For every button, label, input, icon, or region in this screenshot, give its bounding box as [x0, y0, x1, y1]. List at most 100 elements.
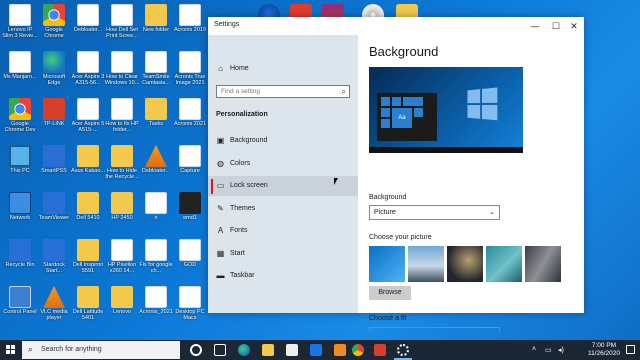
desktop-icon[interactable]: How Dell Set Print Scree...: [104, 2, 140, 54]
chrome-icon[interactable]: [352, 344, 364, 356]
minimize-button[interactable]: —: [528, 19, 542, 33]
desktop-icon[interactable]: How to Hide the Recycle...: [104, 143, 140, 195]
start-icon: ▦: [216, 248, 225, 258]
doc-icon: [111, 4, 133, 26]
desktop-icon[interactable]: ri: [138, 190, 174, 242]
doc-icon: [111, 51, 133, 73]
desktop-icon[interactable]: TeamViewer: [36, 190, 72, 242]
desktop-icon-label: TeamSmile Camtasia...: [142, 74, 170, 86]
browse-button[interactable]: Browse: [369, 286, 411, 300]
desktop-icon[interactable]: Stardock Start...: [36, 237, 72, 289]
picture-thumbnail[interactable]: [408, 246, 444, 282]
nav-item-background[interactable]: ▣ Background: [208, 131, 358, 151]
desktop-icon[interactable]: Acronis 2019: [172, 2, 208, 54]
volume-icon[interactable]: ◂): [558, 346, 564, 354]
cortana-icon[interactable]: [190, 344, 202, 356]
picture-thumbnail[interactable]: [447, 246, 483, 282]
desktop-icon[interactable]: Network: [2, 190, 38, 242]
desktop-icon[interactable]: How to fix HP folder...: [104, 96, 140, 148]
doc-icon: [77, 51, 99, 73]
desktop-icon[interactable]: TeamSmile Camtasia...: [138, 49, 174, 101]
start-button[interactable]: [6, 345, 16, 355]
desktop-icon[interactable]: This PC: [2, 143, 38, 195]
desktop-icon[interactable]: Desktop PC Macs: [172, 284, 208, 336]
edge-icon[interactable]: [238, 344, 250, 356]
nav-item-fonts[interactable]: A Fonts: [208, 221, 358, 241]
desktop-icon[interactable]: New folder: [138, 2, 174, 54]
desktop-icon[interactable]: HP 2450: [104, 190, 140, 242]
desktop-icon[interactable]: emd1: [172, 190, 208, 242]
nav-item-start[interactable]: ▦ Start: [208, 244, 358, 264]
app-icon[interactable]: [334, 344, 346, 356]
network-icon[interactable]: ▭: [545, 346, 552, 354]
desktop-icon[interactable]: Acer Aspire 3 A315-56...: [70, 49, 106, 101]
brush-icon: ✎: [217, 203, 224, 213]
picture-thumbnail[interactable]: [525, 246, 561, 282]
desktop-icon[interactable]: Tasks: [138, 96, 174, 148]
desktop-icon[interactable]: Debloater...: [70, 2, 106, 54]
desktop-icon[interactable]: VLC media player: [36, 284, 72, 336]
desktop-icon[interactable]: Acronis_2021: [138, 284, 174, 336]
clock[interactable]: 7:00 PM 11/26/2020: [588, 342, 620, 358]
chrome-icon: [43, 4, 65, 26]
store-icon[interactable]: [286, 344, 298, 356]
task-view-icon[interactable]: [214, 344, 226, 356]
desktop-icon[interactable]: Acronis 2021: [172, 96, 208, 148]
desktop-icon[interactable]: SmartPSS: [36, 143, 72, 195]
desktop-icon[interactable]: Debloater...: [138, 143, 174, 195]
nav-item-label: Themes: [230, 204, 256, 212]
preview-start-menu: Aa: [377, 93, 437, 141]
app-icon[interactable]: [374, 344, 386, 356]
desktop-icon[interactable]: Dell Latitude 5401: [70, 284, 106, 336]
nav-item-taskbar[interactable]: ▬ Taskbar: [208, 266, 358, 286]
desktop-icon[interactable]: Acronis True Image 2021: [172, 49, 208, 101]
chevron-up-icon[interactable]: ˄: [532, 346, 536, 353]
desktop-icon[interactable]: Control Panel: [2, 284, 38, 336]
desktop-icon[interactable]: Asus Kakao...: [70, 143, 106, 195]
nav-item-colors[interactable]: ◍ Colors: [208, 154, 358, 174]
background-dropdown[interactable]: Picture ⌄: [369, 205, 500, 220]
desktop-icon[interactable]: Microsoft Edge: [36, 49, 72, 101]
desktop-icon[interactable]: Lenovo IP Slim 3 Revie...: [2, 2, 38, 54]
desktop-icon[interactable]: Ms Manjaro...: [2, 49, 38, 101]
taskbar-search[interactable]: ⌕ Search for anything: [22, 341, 180, 359]
picture-thumbnail[interactable]: [369, 246, 405, 282]
doc-icon: [145, 51, 167, 73]
desktop-icon[interactable]: Acer Aspire 5 A515-...: [70, 96, 106, 148]
desktop-icon[interactable]: Dell 5410: [70, 190, 106, 242]
section-heading: Personalization: [216, 111, 268, 118]
nav-home[interactable]: ⌂ Home: [208, 59, 358, 79]
desktop-icon[interactable]: Lenovo: [104, 284, 140, 336]
nav-item-label: Start: [230, 249, 245, 257]
folder-icon: [77, 192, 99, 214]
mail-icon[interactable]: [310, 344, 322, 356]
page-title: Background: [369, 44, 439, 59]
home-icon: ⌂: [218, 64, 223, 73]
desktop-icon[interactable]: How to Clear Windows 10...: [104, 49, 140, 101]
settings-nav: ⌂ Home Find a setting ⌕ Personalization …: [208, 35, 358, 313]
close-button[interactable]: ✕: [567, 19, 581, 33]
desktop-icon[interactable]: GOD: [172, 237, 208, 289]
picture-thumbnail[interactable]: [486, 246, 522, 282]
fit-dropdown[interactable]: [369, 327, 500, 331]
title-bar[interactable]: Settings — ☐ ✕: [208, 17, 584, 35]
settings-icon[interactable]: [397, 344, 409, 356]
choose-picture-label: Choose your picture: [369, 234, 432, 241]
desktop-icon[interactable]: Google Chrome: [36, 2, 72, 54]
search-input[interactable]: Find a setting ⌕: [216, 85, 350, 98]
desktop-icon[interactable]: Capture: [172, 143, 208, 195]
cp-icon: [9, 286, 31, 308]
desktop-icon[interactable]: Dell Inspiron 5591: [70, 237, 106, 289]
desktop-icon[interactable]: Fix for google ch...: [138, 237, 174, 289]
desktop-icon[interactable]: TP-LINK: [36, 96, 72, 148]
desktop-icon-label: TP-LINK: [43, 121, 65, 127]
desktop-icon[interactable]: Google Chrome Dev: [2, 96, 38, 148]
folder-icon: [77, 145, 99, 167]
file-explorer-icon[interactable]: [262, 344, 274, 356]
nav-item-themes[interactable]: ✎ Themes: [208, 199, 358, 219]
maximize-button[interactable]: ☐: [549, 19, 563, 33]
notification-icon[interactable]: [626, 345, 635, 354]
desktop-icon[interactable]: Recycle Bin: [2, 237, 38, 289]
desktop-icon[interactable]: HP Pavilion x360 14...: [104, 237, 140, 289]
blue-icon: [43, 239, 65, 261]
